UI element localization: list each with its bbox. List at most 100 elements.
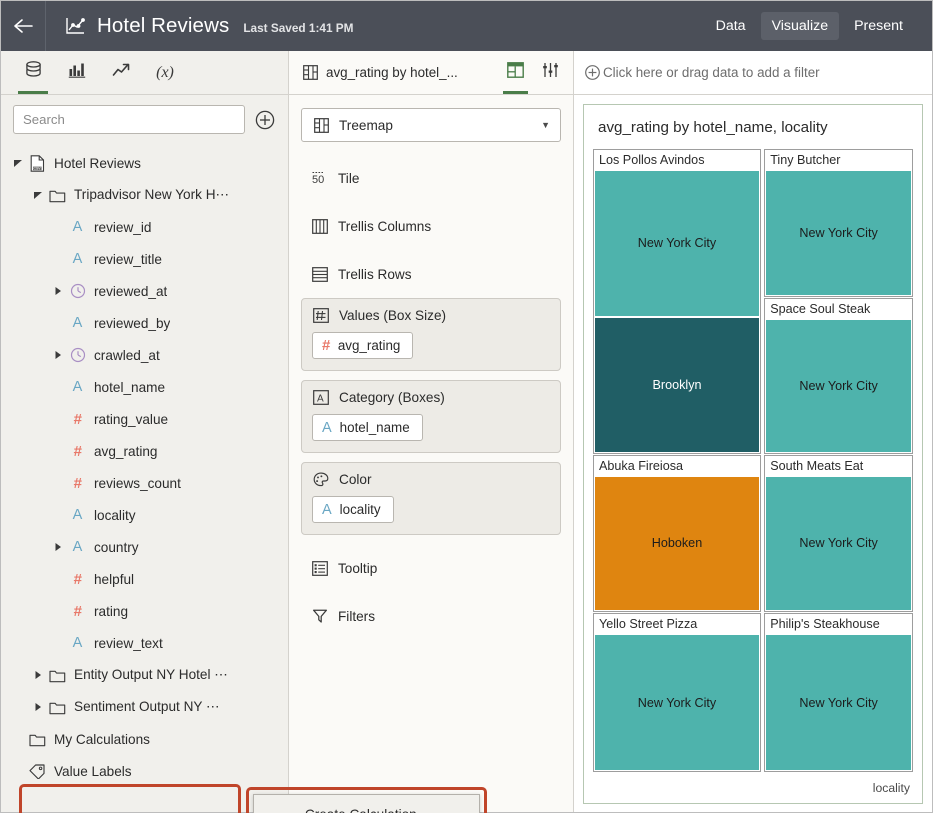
filter-bar-text: Click here or drag data to add a filter (603, 65, 820, 80)
twisty-collapsed-icon[interactable] (49, 350, 67, 360)
text-attribute-glyph: A (73, 379, 83, 395)
shelf-filters[interactable]: Filters (301, 592, 561, 640)
tree-row[interactable]: Areview_title (1, 243, 288, 275)
pill-locality[interactable]: A locality (312, 496, 394, 523)
tree-row[interactable]: reviewed_at (1, 275, 288, 307)
number-measure-icon: # (67, 475, 88, 492)
twisty-expanded-icon[interactable] (29, 190, 47, 200)
tree-row-label: My Calculations (54, 732, 150, 747)
treemap-group-label: Philip's Steakhouse (765, 614, 912, 634)
csv-file-icon: CSV (27, 155, 48, 172)
bar-chart-icon (68, 61, 86, 84)
tree-row[interactable]: #reviews_count (1, 467, 288, 499)
tree-row[interactable]: Areviewed_by (1, 307, 288, 339)
tab-present[interactable]: Present (843, 12, 914, 40)
shelf-trellis-columns[interactable]: Trellis Columns (301, 202, 561, 250)
twisty-collapsed-icon[interactable] (49, 542, 67, 552)
treemap-cell[interactable]: New York City (765, 319, 912, 453)
treemap-group[interactable]: South Meats EatNew York City (764, 455, 913, 612)
shelf-tile[interactable]: 50 Tile (301, 154, 561, 202)
shelf-tooltip[interactable]: Tooltip (301, 544, 561, 592)
treemap-cell[interactable]: Brooklyn (594, 317, 760, 453)
search-input[interactable] (13, 105, 245, 134)
tree-row[interactable]: Areview_text (1, 627, 288, 659)
tree-row[interactable]: Sentiment Output NY ⋯ (1, 691, 288, 723)
shelf-category-boxes[interactable]: A Category (Boxes) A hotel_name (301, 380, 561, 453)
shelf-color-title: Color (312, 472, 550, 487)
grammar-panel-header: avg_rating by hotel_... (289, 51, 573, 95)
properties-panel-icon[interactable] (534, 51, 567, 94)
twisty-collapsed-icon[interactable] (29, 670, 47, 680)
treemap-group[interactable]: Tiny ButcherNew York City (764, 149, 913, 297)
visualization-title: avg_rating by hotel_name, locality (584, 105, 922, 149)
shelf-trellis-rows[interactable]: Trellis Rows (301, 250, 561, 298)
tab-visualizations[interactable] (57, 51, 97, 94)
treemap-group[interactable]: Los Pollos Avindos New York City Brooklyn (593, 149, 761, 454)
tree-row[interactable]: Acountry (1, 531, 288, 563)
top-nav: Data Visualize Present (705, 12, 932, 40)
trend-line-icon (112, 62, 131, 83)
filter-bar[interactable]: Click here or drag data to add a filter (574, 51, 932, 95)
tree-row[interactable]: My Calculations (1, 723, 288, 755)
viz-name[interactable]: avg_rating by hotel_... (301, 65, 499, 80)
viz-type-select[interactable]: Treemap ▼ (301, 108, 561, 142)
tree-row-label: review_text (94, 636, 163, 651)
treemap-icon (301, 65, 319, 80)
treemap-chart[interactable]: Los Pollos AvindosNew York CityBrooklynT… (593, 149, 913, 777)
treemap-group-label: Los Pollos Avindos (594, 150, 760, 170)
tab-data[interactable]: Data (705, 12, 757, 40)
pill-hotel-name[interactable]: A hotel_name (312, 414, 423, 441)
treemap-cell-label: New York City (638, 236, 716, 250)
treemap-cell[interactable]: New York City (765, 476, 912, 611)
tree-row[interactable]: #rating (1, 595, 288, 627)
treemap-cell[interactable]: New York City (594, 634, 760, 771)
treemap-group[interactable]: Philip's SteakhouseNew York City (764, 613, 913, 772)
search-row (1, 95, 288, 143)
treemap-group[interactable]: Abuka FireiosaHoboken (593, 455, 761, 612)
tree-row[interactable]: crawled_at (1, 339, 288, 371)
shelf-tooltip-label: Tooltip (338, 561, 377, 576)
tree-row[interactable]: Value Labels (1, 755, 288, 787)
add-circle-icon[interactable] (254, 109, 276, 131)
tree-row[interactable]: Areview_id (1, 211, 288, 243)
tree-row-label: locality (94, 508, 136, 523)
treemap-cell[interactable]: Hoboken (594, 476, 760, 611)
treemap-cells: New York City (765, 319, 912, 453)
tree-row[interactable]: Entity Output NY Hotel ⋯ (1, 659, 288, 691)
treemap-group[interactable]: Yello Street PizzaNew York City (593, 613, 761, 772)
tree-row[interactable]: Ahotel_name (1, 371, 288, 403)
topbar-divider (45, 1, 46, 51)
tree-row[interactable]: Tripadvisor New York H⋯ (1, 179, 288, 211)
tree-row[interactable]: Alocality (1, 499, 288, 531)
tab-visualize[interactable]: Visualize (761, 12, 840, 40)
tree-row[interactable]: #avg_rating (1, 435, 288, 467)
add-circle-icon[interactable] (584, 64, 601, 81)
treemap-cell[interactable]: New York City (765, 170, 912, 296)
tab-calculations[interactable]: (x) (145, 51, 185, 94)
twisty-collapsed-icon[interactable] (49, 286, 67, 296)
tree-row[interactable]: #rating_value (1, 403, 288, 435)
tab-analytics[interactable] (101, 51, 141, 94)
treemap-cell-label: Hoboken (652, 536, 702, 550)
shelf-values-box-size[interactable]: Values (Box Size) # avg_rating (301, 298, 561, 371)
pill-avg-rating[interactable]: # avg_rating (312, 332, 413, 359)
tree-row-label: Hotel Reviews (54, 156, 141, 171)
tab-data-elements[interactable] (13, 51, 53, 94)
menu-item-create-calculation[interactable]: Create Calculation... (254, 795, 479, 813)
folder-icon (47, 668, 68, 683)
shelf-color[interactable]: Color A locality (301, 462, 561, 535)
treemap-cell[interactable]: New York City (765, 634, 912, 771)
tree-row-label: reviewed_by (94, 316, 170, 331)
tree-row[interactable]: CSV Hotel Reviews (1, 147, 288, 179)
tree-row-label: reviewed_at (94, 284, 167, 299)
tree-row[interactable]: #helpful (1, 563, 288, 595)
treemap-cell[interactable]: New York City (594, 170, 760, 317)
grammar-panel-icon[interactable] (499, 51, 532, 94)
treemap-cells: New York City (765, 476, 912, 611)
tree-row-label: hotel_name (94, 380, 165, 395)
twisty-expanded-icon[interactable] (9, 158, 27, 168)
treemap-group[interactable]: Space Soul SteakNew York City (764, 298, 913, 454)
twisty-collapsed-icon[interactable] (29, 702, 47, 712)
back-button[interactable] (1, 1, 45, 51)
tree-row-label: review_id (94, 220, 151, 235)
